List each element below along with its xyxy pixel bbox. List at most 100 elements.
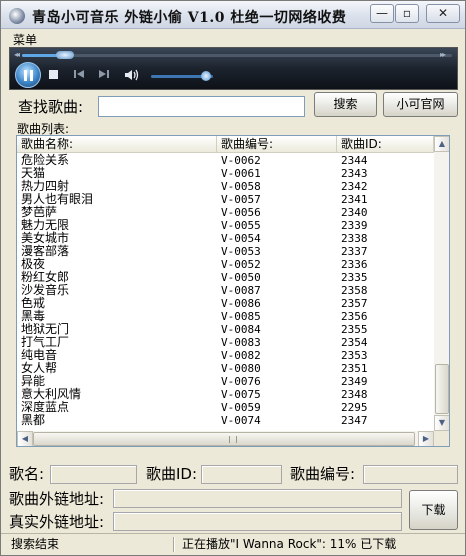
column-header-song-id[interactable]: 歌曲ID: <box>337 136 434 153</box>
volume-thumb[interactable] <box>200 71 211 81</box>
menu-item-menu[interactable]: 菜单 <box>13 31 37 48</box>
horizontal-scroll-thumb[interactable] <box>33 432 415 446</box>
cell-song-id: 2335 <box>341 271 368 284</box>
song-number-field[interactable] <box>363 465 458 484</box>
media-player: ◂◂ ▸▸ <box>9 47 458 90</box>
prev-icon <box>74 70 84 78</box>
cell-song-id: 2295 <box>341 401 368 414</box>
cell-song-id: 2342 <box>341 180 368 193</box>
prev-button[interactable] <box>73 68 85 80</box>
table-row[interactable]: 危险关系 V-0062 2344 <box>17 154 434 168</box>
cell-song-number: V-0085 <box>221 310 261 323</box>
seek-thumb[interactable] <box>56 51 74 59</box>
search-input[interactable] <box>98 96 305 117</box>
cell-song-number: V-0055 <box>221 219 261 232</box>
cell-song-number: V-0082 <box>221 349 261 362</box>
cell-song-name: 黑都 <box>21 413 46 427</box>
song-list-body: 危险关系 V-0062 2344 天猫 V-0061 2343 热力四射 V-0058 2342… <box>17 154 434 428</box>
cell-song-number: V-0059 <box>221 401 261 414</box>
cell-song-id: 2357 <box>341 297 368 310</box>
cell-song-number: V-0061 <box>221 167 261 180</box>
table-row[interactable]: 沙发音乐 V-0087 2358 <box>17 284 434 298</box>
cell-song-id: 2353 <box>341 349 368 362</box>
horizontal-scrollbar[interactable]: ◀ ▶ <box>17 431 434 446</box>
cell-song-id: 2354 <box>341 336 368 349</box>
scroll-down-button[interactable]: ▼ <box>434 415 449 431</box>
table-row[interactable]: 梦芭萨 V-0056 2340 <box>17 206 434 220</box>
table-row[interactable]: 纯电音 V-0082 2353 <box>17 349 434 363</box>
cell-song-number: V-0084 <box>221 323 261 336</box>
cell-song-id: 2358 <box>341 284 368 297</box>
table-row[interactable]: 漫客部落 V-0053 2337 <box>17 245 434 259</box>
menu-bar: 菜单 <box>3 30 463 47</box>
download-button[interactable]: 下载 <box>409 490 458 530</box>
cell-song-number: V-0074 <box>221 414 261 427</box>
song-name-field[interactable] <box>50 465 137 484</box>
song-list[interactable]: 歌曲名称: 歌曲编号: 歌曲ID: 危险关系 V-0062 2344 天猫 V-0061… <box>16 135 450 447</box>
maximize-button[interactable]: ▫ <box>395 4 419 23</box>
cell-song-number: V-0087 <box>221 284 261 297</box>
cell-song-id: 2355 <box>341 323 368 336</box>
table-row[interactable]: 意大利风情 V-0075 2348 <box>17 388 434 402</box>
table-row[interactable]: 极夜 V-0052 2336 <box>17 258 434 272</box>
volume-icon <box>125 69 139 81</box>
scroll-up-button[interactable]: ▲ <box>434 136 449 152</box>
table-row[interactable]: 色戒 V-0086 2357 <box>17 297 434 311</box>
cell-song-id: 2356 <box>341 310 368 323</box>
cell-song-number: V-0086 <box>221 297 261 310</box>
cell-song-id: 2339 <box>341 219 368 232</box>
vertical-scrollbar[interactable]: ▲ ▼ <box>434 136 449 431</box>
real-link-field[interactable] <box>113 512 402 531</box>
minimize-button[interactable]: — <box>370 4 394 23</box>
table-row[interactable]: 深度蓝点 V-0059 2295 <box>17 401 434 415</box>
cell-song-id: 2337 <box>341 245 368 258</box>
song-list-header: 歌曲名称: 歌曲编号: 歌曲ID: <box>17 136 434 153</box>
search-button[interactable]: 搜索 <box>314 92 377 117</box>
table-row[interactable]: 黑都 V-0074 2347 <box>17 413 434 428</box>
cell-song-number: V-0056 <box>221 206 261 219</box>
table-row[interactable]: 地狱无门 V-0084 2355 <box>17 323 434 337</box>
volume-slider[interactable] <box>151 71 213 81</box>
cell-song-id: 2349 <box>341 375 368 388</box>
table-row[interactable]: 魅力无限 V-0055 2339 <box>17 219 434 233</box>
cell-song-id: 2341 <box>341 193 368 206</box>
table-row[interactable]: 打气工厂 V-0083 2354 <box>17 336 434 350</box>
search-label: 查找歌曲: <box>18 98 84 116</box>
scroll-right-button[interactable]: ▶ <box>418 431 434 446</box>
next-button[interactable] <box>98 68 110 80</box>
scroll-left-button[interactable]: ◀ <box>17 431 33 446</box>
table-row[interactable]: 男人也有眼泪 V-0057 2341 <box>17 193 434 207</box>
column-header-song-name[interactable]: 歌曲名称: <box>17 136 217 153</box>
official-site-button[interactable]: 小可官网 <box>383 92 458 117</box>
app-logo-icon <box>9 8 25 24</box>
cell-song-number: V-0062 <box>221 154 261 167</box>
table-row[interactable]: 天猫 V-0061 2343 <box>17 167 434 181</box>
cell-song-number: V-0057 <box>221 193 261 206</box>
title-bar[interactable]: 青岛小可音乐 外链小偷 V1.0 杜绝一切网络收费 — ▫ ✕ <box>1 1 465 29</box>
cell-song-number: V-0058 <box>221 180 261 193</box>
song-name-label: 歌名: <box>9 465 45 483</box>
pause-icon-bar <box>30 70 33 81</box>
cell-song-number: V-0080 <box>221 362 261 375</box>
stop-button[interactable] <box>49 70 58 79</box>
table-row[interactable]: 女人帮 V-0080 2351 <box>17 362 434 376</box>
table-row[interactable]: 美女城市 V-0054 2338 <box>17 232 434 246</box>
close-button[interactable]: ✕ <box>426 4 460 23</box>
volume-button[interactable] <box>124 68 140 82</box>
table-row[interactable]: 黑毒 V-0085 2356 <box>17 310 434 324</box>
scrollbar-corner <box>434 431 449 446</box>
cell-song-number: V-0076 <box>221 375 261 388</box>
pause-button[interactable] <box>15 62 41 88</box>
song-id-field[interactable] <box>201 465 282 484</box>
cell-song-id: 2343 <box>341 167 368 180</box>
seek-bar[interactable] <box>22 51 452 59</box>
table-row[interactable]: 粉红女郎 V-0050 2335 <box>17 271 434 285</box>
status-playing-text: 正在播放"I Wanna Rock": 11% 已下载 <box>182 537 397 551</box>
cell-song-number: V-0075 <box>221 388 261 401</box>
vertical-scroll-thumb[interactable] <box>435 364 449 414</box>
column-header-song-number[interactable]: 歌曲编号: <box>217 136 337 153</box>
song-id-label: 歌曲ID: <box>146 465 198 483</box>
external-link-field[interactable] <box>113 489 402 508</box>
seek-right-arrow-icon: ▸▸ <box>440 50 446 59</box>
cell-song-number: V-0050 <box>221 271 261 284</box>
